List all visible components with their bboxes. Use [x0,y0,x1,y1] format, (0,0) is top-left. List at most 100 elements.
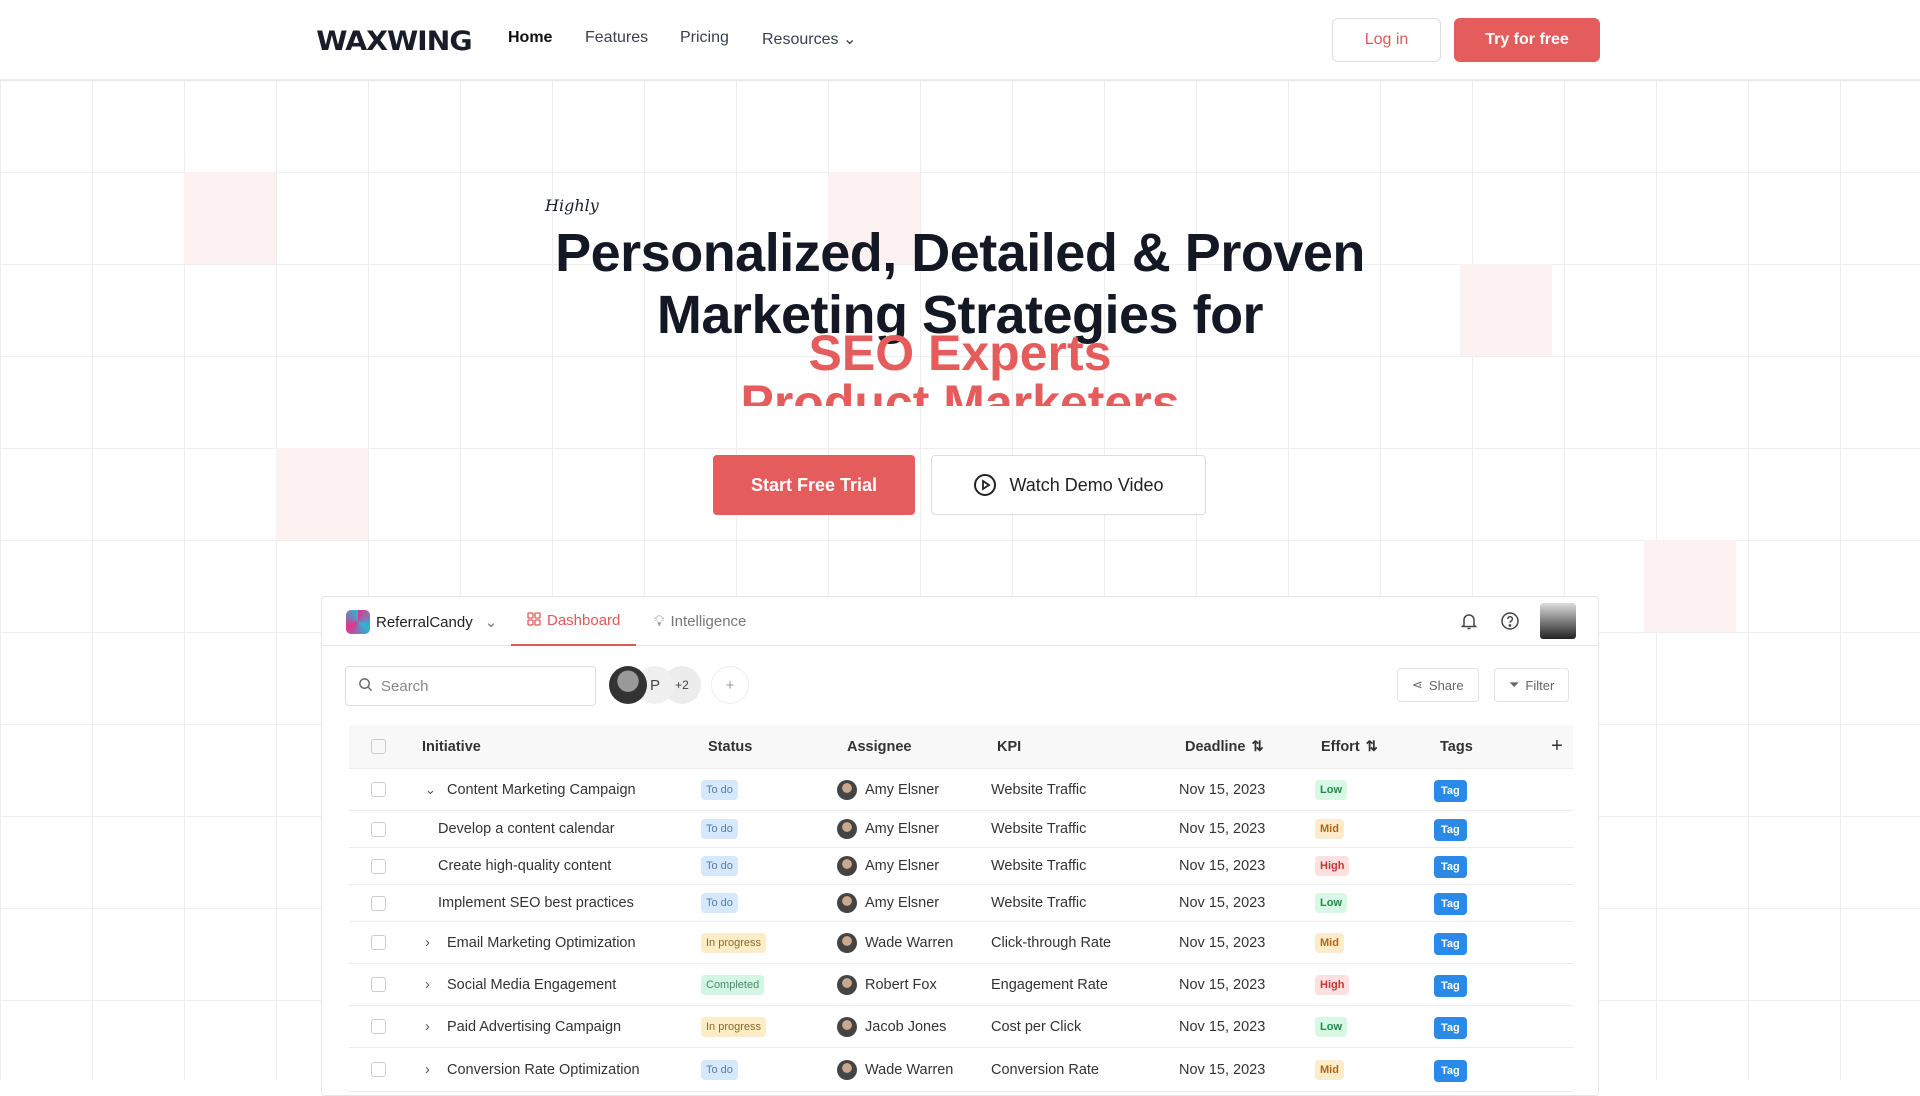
col-kpi[interactable]: KPI [991,739,1171,755]
effort-badge[interactable]: Mid [1315,1059,1344,1080]
tab-label: Intelligence [670,613,747,630]
status-badge[interactable]: To do [701,893,738,913]
nav-home[interactable]: Home [508,29,552,47]
assignee-avatar [837,932,857,953]
deadline: Nov 15, 2023 [1179,1018,1266,1035]
tag-badge[interactable]: Tag [1434,1059,1467,1082]
initiative-name[interactable]: Paid Advertising Campaign [447,1019,621,1035]
chevron-right-icon[interactable]: › [425,1019,447,1035]
effort-badge[interactable]: Low [1315,1016,1347,1037]
try-free-button[interactable]: Try for free [1454,18,1600,62]
initiative-name[interactable]: Conversion Rate Optimization [447,1062,640,1078]
help-icon[interactable] [1500,611,1520,631]
row-checkbox[interactable] [371,895,386,911]
tag-badge[interactable]: Tag [1434,1016,1467,1039]
rotating-audience: SEO Experts Product Marketers [0,322,1920,406]
table-row[interactable]: Develop a content calendar To do Amy Els… [349,811,1573,848]
row-checkbox[interactable] [371,1062,386,1077]
status-badge[interactable]: Completed [701,974,765,995]
user-avatar[interactable] [1540,603,1576,639]
table-row[interactable]: › Social Media Engagement Completed Rober… [349,964,1573,1006]
member-avatar[interactable] [609,666,647,704]
table-row[interactable]: › Conversion Rate Optimization To do Wade… [349,1048,1573,1092]
effort-badge[interactable]: Low [1315,779,1347,800]
row-checkbox[interactable] [371,977,386,992]
row-checkbox[interactable] [371,1019,386,1034]
col-label: Deadline [1185,738,1246,755]
filter-button[interactable]: ⏷ Filter [1494,668,1570,702]
col-status[interactable]: Status [701,739,837,755]
tag-badge[interactable]: Tag [1434,779,1467,802]
assignee-name: Amy Elsner [865,858,940,874]
start-free-trial-button[interactable]: Start Free Trial [713,455,915,515]
play-circle-icon [973,473,997,497]
workspace-switcher[interactable]: ReferralCandy ⌄ [346,610,497,634]
effort-badge[interactable]: High [1315,856,1350,876]
row-checkbox[interactable] [371,782,386,797]
row-checkbox[interactable] [371,935,386,950]
col-assignee[interactable]: Assignee [837,739,991,755]
row-checkbox[interactable] [371,858,386,874]
tag-badge[interactable]: Tag [1434,819,1467,841]
login-button[interactable]: Log in [1332,18,1441,62]
sort-icon[interactable]: ⇅ [1251,739,1263,755]
nav-features[interactable]: Features [585,29,648,47]
col-initiative[interactable]: Initiative [413,739,701,755]
table-row[interactable]: Implement SEO best practices To do Amy E… [349,885,1573,922]
nav-resources[interactable]: Resources ⌄ [762,29,856,49]
initiative-name[interactable]: Develop a content calendar [438,821,615,837]
status-badge[interactable]: To do [701,779,738,800]
deadline: Nov 15, 2023 [1179,976,1266,993]
watch-demo-button[interactable]: Watch Demo Video [931,455,1206,515]
tag-badge[interactable]: Tag [1434,974,1467,997]
effort-badge[interactable]: High [1315,974,1350,995]
effort-badge[interactable]: Mid [1315,819,1344,839]
tag-badge[interactable]: Tag [1434,932,1467,955]
col-tags[interactable]: Tags [1426,739,1541,755]
status-badge[interactable]: To do [701,819,738,839]
initiative-name[interactable]: Implement SEO best practices [438,895,634,911]
table-row[interactable]: › Email Marketing Optimization In progres… [349,922,1573,964]
bell-icon[interactable] [1459,611,1479,631]
status-badge[interactable]: In progress [701,1016,767,1037]
tab-dashboard[interactable]: Dashboard [511,597,637,646]
status-badge[interactable]: In progress [701,932,767,953]
col-effort[interactable]: Effort ⇅ [1307,739,1426,755]
tag-badge[interactable]: Tag [1434,856,1467,878]
chevron-down-icon[interactable]: ⌄ [425,782,447,798]
tag-badge[interactable]: Tag [1434,893,1467,915]
assignee-avatar [837,893,857,913]
select-all-checkbox[interactable] [371,739,386,754]
chevron-right-icon[interactable]: › [425,977,447,993]
chevron-right-icon[interactable]: › [425,935,447,951]
initiative-name[interactable]: Social Media Engagement [447,977,616,993]
effort-badge[interactable]: Mid [1315,932,1344,953]
table-row[interactable]: Create high-quality content To do Amy El… [349,848,1573,885]
initiative-name[interactable]: Content Marketing Campaign [447,782,636,798]
add-member-button[interactable]: + [711,666,749,704]
search-input[interactable]: Search [345,666,596,706]
chevron-right-icon[interactable]: › [425,1062,447,1078]
status-badge[interactable]: To do [701,1059,738,1080]
share-button[interactable]: ⋖ Share [1397,668,1479,702]
effort-badge[interactable]: Low [1315,893,1347,913]
col-deadline[interactable]: Deadline ⇅ [1171,739,1307,755]
nav-pricing[interactable]: Pricing [680,29,729,47]
rotating-word: Product Marketers [740,375,1180,406]
initiative-name[interactable]: Create high-quality content [438,858,611,874]
sort-icon[interactable]: ⇅ [1366,739,1378,755]
logo[interactable]: WAXWING [316,26,472,57]
table-row[interactable]: › Paid Advertising Campaign In progress J… [349,1006,1573,1048]
kpi: Website Traffic [991,895,1087,911]
row-checkbox[interactable] [371,821,386,837]
search-placeholder: Search [381,677,429,695]
initiative-name[interactable]: Email Marketing Optimization [447,935,636,951]
grid-highlight [276,448,368,540]
add-column-button[interactable]: + [1541,735,1573,758]
status-badge[interactable]: To do [701,856,738,876]
tab-label: Dashboard [547,612,621,629]
tab-intelligence[interactable]: 💡︎ Intelligence [654,597,746,646]
table-row[interactable]: ⌄ Content Marketing Campaign To do Amy El… [349,769,1573,811]
assignee-avatar [837,819,857,839]
watch-demo-label: Watch Demo Video [1009,474,1164,495]
